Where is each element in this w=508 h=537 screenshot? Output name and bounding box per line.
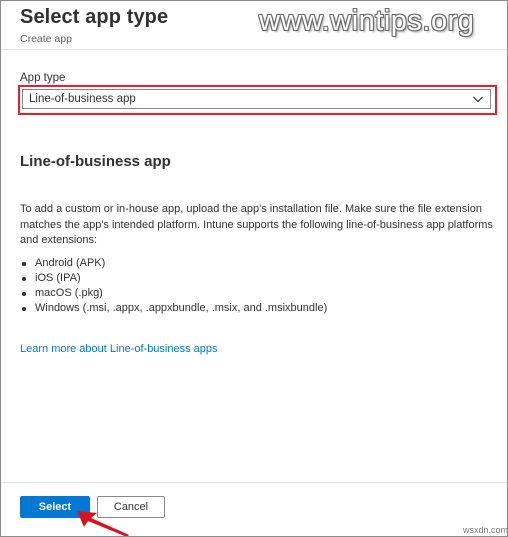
list-item: macOS (.pkg) [20,286,327,301]
create-app-blade: Select app type Create app www.wintips.o… [0,0,508,537]
bullet-icon [22,277,26,281]
platform-android: Android (APK) [35,257,106,269]
bullet-icon [22,262,26,266]
list-item: Android (APK) [20,256,327,271]
bullet-icon [22,292,26,296]
section-heading: Line-of-business app [20,153,171,170]
blade-title: Select app type [20,6,169,28]
app-type-selected-value: Line-of-business app [29,93,136,105]
list-item: Windows (.msi, .appx, .appxbundle, .msix… [20,301,327,316]
red-arrow-icon [77,511,129,536]
learn-more-link[interactable]: Learn more about Line-of-business apps [20,343,218,355]
site-watermark: wsxdn.com [463,525,508,535]
header-divider [1,49,507,50]
platform-list: Android (APK) iOS (IPA) macOS (.pkg) Win… [20,256,327,316]
section-description: To add a custom or in-house app, upload … [20,203,493,246]
platform-ios: iOS (IPA) [35,272,81,284]
bullet-icon [22,307,26,311]
watermark-logo: www.wintips.org [259,5,475,37]
platform-windows: Windows (.msi, .appx, .appxbundle, .msix… [35,302,328,314]
app-type-label: App type [20,72,66,84]
chevron-down-icon[interactable] [472,93,484,105]
platform-macos: macOS (.pkg) [35,287,103,299]
blade-subtitle: Create app [20,33,72,45]
list-item: iOS (IPA) [20,271,327,286]
app-type-dropdown[interactable]: Line-of-business app [22,89,491,109]
footer-divider [1,482,507,483]
